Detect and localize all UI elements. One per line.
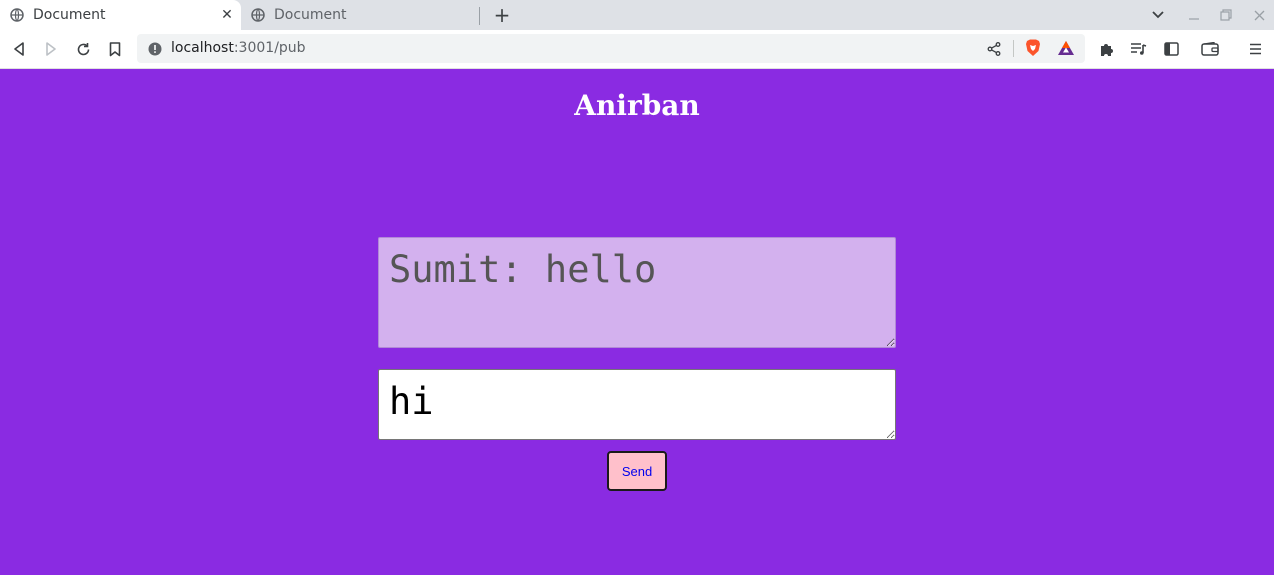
chat-log[interactable]: Sumit: hello xyxy=(378,237,896,348)
omnibox-divider xyxy=(1013,40,1014,57)
tab-divider xyxy=(479,7,480,25)
page-title: Anirban xyxy=(574,89,700,122)
address-bar[interactable]: localhost:3001/pub xyxy=(137,34,1085,63)
window-close-icon[interactable] xyxy=(1249,5,1269,25)
forward-icon[interactable] xyxy=(41,39,61,59)
share-icon[interactable] xyxy=(987,41,1001,56)
message-input[interactable]: hi xyxy=(378,369,896,440)
browser-toolbar: localhost:3001/pub xyxy=(0,30,1274,69)
tab-active[interactable]: Document ✕ xyxy=(0,0,241,30)
sidebar-icon[interactable] xyxy=(1161,39,1181,59)
brave-rewards-icon[interactable] xyxy=(1057,40,1075,56)
reload-icon[interactable] xyxy=(73,39,93,59)
url-host: localhost xyxy=(171,40,234,56)
wallet-icon[interactable] xyxy=(1200,39,1220,59)
tab-title: Document xyxy=(274,7,347,23)
back-icon[interactable] xyxy=(9,39,29,59)
page-content: Anirban Sumit: hello hi Send xyxy=(0,69,1274,575)
new-tab-icon[interactable]: + xyxy=(492,3,512,27)
menu-icon[interactable] xyxy=(1245,39,1265,59)
tab-inactive[interactable]: Document xyxy=(241,0,479,30)
globe-icon xyxy=(251,8,265,22)
bookmark-icon[interactable] xyxy=(105,39,125,59)
close-icon[interactable]: ✕ xyxy=(219,7,235,23)
info-icon[interactable] xyxy=(148,41,162,56)
extensions-icon[interactable] xyxy=(1097,39,1117,59)
brave-shields-icon[interactable] xyxy=(1025,39,1041,57)
url-text: localhost:3001/pub xyxy=(171,40,306,56)
restore-icon[interactable] xyxy=(1216,5,1236,25)
tab-search-chevron-icon[interactable] xyxy=(1148,5,1168,25)
url-path: :3001/pub xyxy=(233,40,306,56)
playlist-icon[interactable] xyxy=(1128,39,1148,59)
minimize-icon[interactable] xyxy=(1184,5,1204,25)
tab-title: Document xyxy=(33,7,106,23)
globe-icon xyxy=(10,8,24,22)
tab-strip: Document ✕ Document + xyxy=(0,0,1274,30)
send-button[interactable]: Send xyxy=(607,451,667,491)
